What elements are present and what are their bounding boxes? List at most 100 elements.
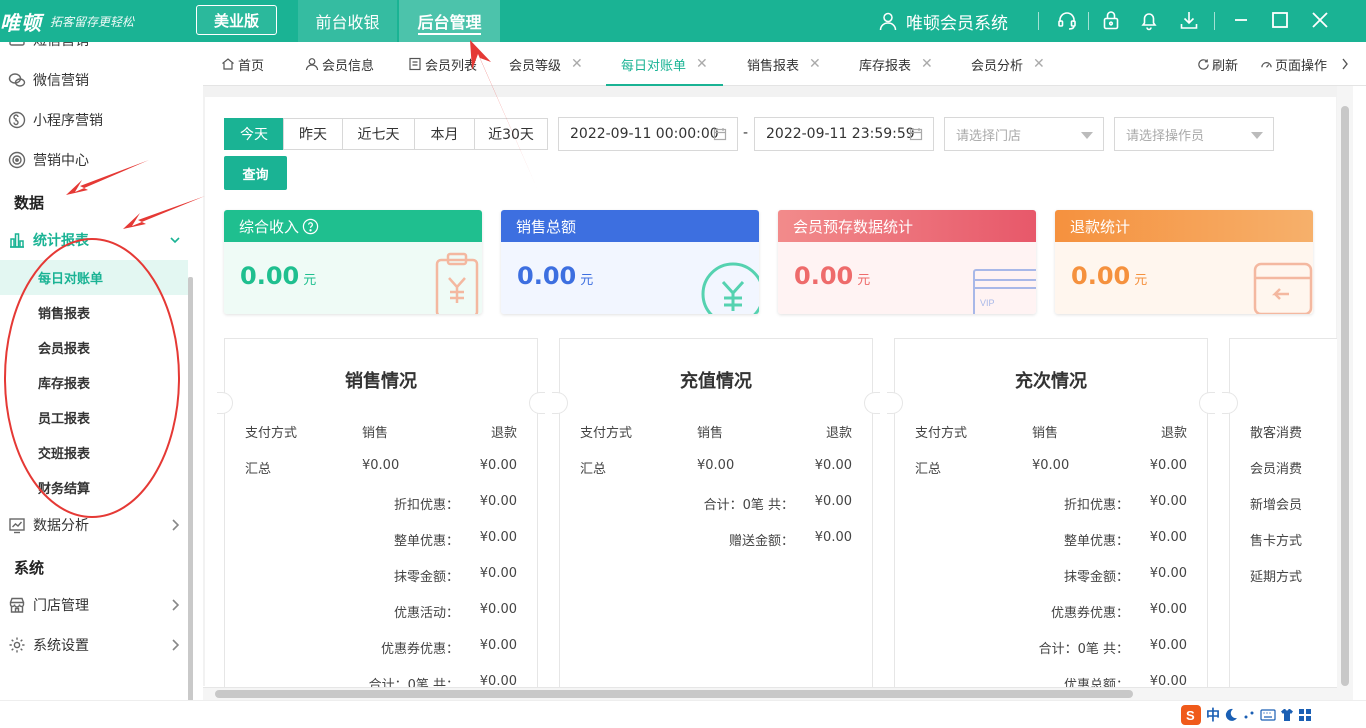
end-date-input[interactable]: 2022-09-11 23:59:59 bbox=[754, 117, 934, 151]
download-icon[interactable] bbox=[1178, 9, 1200, 31]
notch bbox=[552, 392, 568, 414]
sidebar-item-marketing-center[interactable]: 营销中心 bbox=[0, 140, 188, 180]
summary-label: 合计：0笔 共： bbox=[1038, 642, 1129, 657]
chevron-right-icon[interactable] bbox=[1341, 58, 1349, 70]
col-header: 支付方式 bbox=[580, 426, 633, 441]
clipboard-yuan-icon bbox=[435, 252, 479, 314]
tab-daily-statement[interactable]: 每日对账单 ✕ bbox=[606, 42, 723, 86]
tab-back-office[interactable]: 后台管理 bbox=[399, 0, 500, 42]
sidebar-item-store[interactable]: 门店管理 bbox=[0, 585, 188, 625]
operator-select[interactable]: 请选择操作员 bbox=[1114, 117, 1274, 151]
sidebar-item-reports[interactable]: 统计报表 bbox=[0, 220, 188, 260]
bar-chart-icon bbox=[10, 233, 24, 248]
sidebar-sub-finance-settlement[interactable]: 财务结算 bbox=[0, 470, 188, 505]
tab-member-info[interactable]: 会员信息 bbox=[305, 42, 374, 86]
user-icon bbox=[305, 58, 319, 71]
tab-label: 会员等级 bbox=[509, 58, 562, 74]
tab-stock-report[interactable]: 库存报表 ✕ bbox=[859, 42, 933, 86]
section-title: 充值情况 bbox=[680, 371, 752, 392]
close-icon[interactable]: ✕ bbox=[809, 56, 821, 72]
sidebar-sub-staff-report[interactable]: 员工报表 bbox=[0, 400, 188, 435]
range-month[interactable]: 本月 bbox=[414, 118, 475, 150]
help-icon[interactable] bbox=[302, 218, 319, 235]
card-value: 0.00 元 bbox=[1071, 262, 1148, 290]
sidebar-scrollbar[interactable] bbox=[188, 277, 193, 700]
sidebar-sub-daily-statement[interactable]: 每日对账单 bbox=[0, 260, 188, 295]
store-select[interactable]: 请选择门店 bbox=[944, 117, 1104, 151]
message-icon bbox=[9, 42, 25, 46]
card-value: 0.00 元 bbox=[240, 262, 317, 290]
col-header: 退款 bbox=[1160, 426, 1187, 441]
summary-value: ¥0.00 bbox=[1149, 638, 1187, 653]
sidebar-item-sms[interactable]: 短信营销 bbox=[0, 42, 188, 60]
sidebar-item-mini-program[interactable]: 小程序营销 bbox=[0, 100, 188, 140]
user-menu[interactable]: 唯顿会员系统 bbox=[878, 0, 1008, 42]
divider bbox=[1214, 12, 1215, 30]
maximize-icon[interactable] bbox=[1269, 9, 1291, 31]
card-refund: 退款统计 0.00 元 bbox=[1055, 210, 1313, 314]
close-icon[interactable] bbox=[1309, 9, 1331, 31]
sidebar-sub-shift-report[interactable]: 交班报表 bbox=[0, 435, 188, 470]
card-header: 会员预存数据统计 bbox=[778, 210, 1036, 242]
query-button[interactable]: 查询 bbox=[224, 156, 287, 190]
tab-label: 每日对账单 bbox=[621, 58, 687, 74]
scroll-thumb[interactable] bbox=[215, 690, 1133, 698]
refresh-button[interactable]: 刷新 bbox=[1197, 42, 1238, 86]
page-ops-button[interactable]: 页面操作 bbox=[1260, 42, 1327, 86]
sogou-icon: S bbox=[1181, 705, 1201, 725]
tab-member-level[interactable]: 会员等级 ✕ bbox=[509, 42, 583, 86]
tab-home[interactable]: 首页 bbox=[221, 42, 264, 86]
summary-label: 优惠券优惠： bbox=[1050, 606, 1129, 621]
sidebar-sub-member-report[interactable]: 会员报表 bbox=[0, 330, 188, 365]
card-value: 0.00 元 bbox=[794, 262, 871, 290]
table-cell: ¥0.00 bbox=[697, 458, 735, 473]
range-30days[interactable]: 近30天 bbox=[474, 118, 548, 150]
range-today[interactable]: 今天 bbox=[224, 118, 284, 150]
caret-down-icon bbox=[1251, 132, 1263, 139]
start-date-input[interactable]: 2022-09-11 00:00:00 bbox=[558, 117, 738, 151]
sidebar: 短信营销 微信营销 小程序营销 营销中心 数据 统计报表 每日对账单 销售报表 … bbox=[0, 42, 193, 700]
bell-icon[interactable] bbox=[1138, 9, 1160, 31]
tab-member-analysis[interactable]: 会员分析 ✕ bbox=[971, 42, 1045, 86]
summary-value: ¥0.00 bbox=[1149, 530, 1187, 545]
sidebar-sub-sales-report[interactable]: 销售报表 bbox=[0, 295, 188, 330]
summary-value: ¥0.00 bbox=[479, 494, 517, 509]
tab-front-desk[interactable]: 前台收银 bbox=[298, 0, 397, 42]
summary-label: 合计：0笔 共： bbox=[703, 498, 794, 513]
scroll-thumb[interactable] bbox=[1341, 106, 1349, 686]
moon-icon bbox=[1225, 708, 1237, 721]
horizontal-scrollbar[interactable] bbox=[203, 687, 1337, 700]
close-icon[interactable]: ✕ bbox=[571, 56, 583, 72]
lock-icon[interactable] bbox=[1100, 9, 1122, 31]
sidebar-item-label: 数据分析 bbox=[33, 518, 89, 534]
ime-toolbar[interactable]: S 中 bbox=[1180, 703, 1312, 727]
summary-value: ¥0.00 bbox=[479, 566, 517, 581]
summary-value: ¥0.00 bbox=[479, 638, 517, 653]
mini-program-icon bbox=[8, 111, 26, 129]
close-icon[interactable]: ✕ bbox=[1033, 56, 1045, 72]
sidebar-item-wechat[interactable]: 微信营销 bbox=[0, 60, 188, 100]
chevron-right-icon bbox=[172, 519, 180, 531]
end-date-value: 2022-09-11 23:59:59 bbox=[766, 126, 915, 142]
vertical-scrollbar[interactable] bbox=[1337, 86, 1353, 700]
edition-button[interactable]: 美业版 bbox=[196, 5, 277, 35]
yuan-coin-icon bbox=[701, 262, 759, 314]
svg-text:VIP: VIP bbox=[980, 298, 995, 308]
sidebar-sub-stock-report[interactable]: 库存报表 bbox=[0, 365, 188, 400]
system-name: 唯顿会员系统 bbox=[906, 13, 1008, 34]
tab-sales-report[interactable]: 销售报表 ✕ bbox=[747, 42, 821, 86]
headset-icon[interactable] bbox=[1056, 9, 1078, 31]
minimize-icon[interactable] bbox=[1230, 9, 1252, 31]
top-bar: 唯顿 拓客留存更轻松 美业版 前台收银 后台管理 唯顿会员系统 bbox=[0, 0, 1366, 42]
sidebar-item-label: 短信营销 bbox=[33, 42, 89, 50]
svg-text:S: S bbox=[1186, 708, 1195, 723]
range-7days[interactable]: 近七天 bbox=[342, 118, 415, 150]
gear-icon bbox=[9, 637, 25, 653]
close-icon[interactable]: ✕ bbox=[696, 56, 708, 72]
tab-member-list[interactable]: 会员列表 bbox=[408, 42, 477, 86]
range-yesterday[interactable]: 昨天 bbox=[283, 118, 343, 150]
close-icon[interactable]: ✕ bbox=[921, 56, 933, 72]
summary-label: 抹零金额： bbox=[1063, 570, 1129, 585]
sidebar-item-settings[interactable]: 系统设置 bbox=[0, 625, 188, 665]
sidebar-item-data-analysis[interactable]: 数据分析 bbox=[0, 505, 188, 545]
